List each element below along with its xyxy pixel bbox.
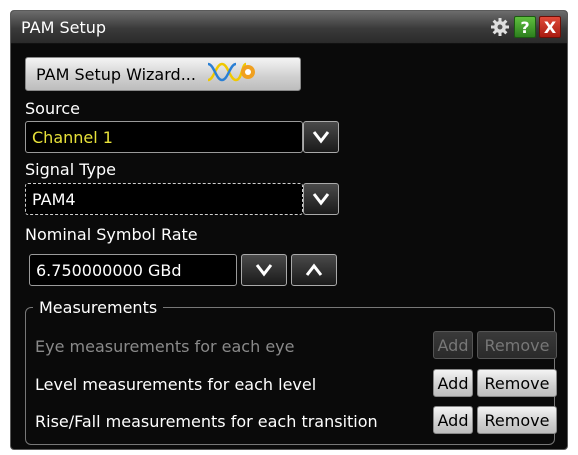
symbol-rate-input[interactable]: 6.750000000 GBd — [29, 254, 237, 286]
rise-fall-remove-button[interactable]: Remove — [477, 406, 557, 434]
window-title: PAM Setup — [21, 18, 107, 37]
wizard-button-label: PAM Setup Wizard... — [36, 64, 196, 84]
source-label: Source — [25, 99, 80, 118]
source-field[interactable]: Channel 1 — [25, 121, 303, 153]
wizard-waveform-gear-icon — [206, 60, 258, 88]
signal-type-field[interactable]: PAM4 — [25, 183, 303, 215]
signal-type-label: Signal Type — [25, 160, 116, 179]
symbol-rate-label: Nominal Symbol Rate — [25, 225, 198, 244]
rise-fall-measurements-label: Rise/Fall measurements for each transiti… — [35, 412, 378, 431]
level-measurements-label: Level measurements for each level — [35, 375, 317, 394]
gear-icon[interactable] — [489, 16, 511, 38]
eye-measurements-label: Eye measurements for each eye — [35, 337, 295, 356]
eye-remove-button[interactable]: Remove — [477, 331, 557, 359]
level-remove-button[interactable]: Remove — [477, 369, 557, 397]
measurements-group-title: Measurements — [33, 298, 164, 317]
signal-type-dropdown-button[interactable] — [303, 183, 339, 215]
chevron-up-icon — [305, 263, 323, 276]
eye-add-button[interactable]: Add — [433, 331, 473, 359]
pam-setup-wizard-button[interactable]: PAM Setup Wizard... — [25, 57, 301, 91]
source-dropdown-button[interactable] — [303, 121, 339, 153]
symbol-rate-decrement-button[interactable] — [241, 254, 287, 286]
title-bar-controls: ? X — [489, 16, 561, 38]
symbol-rate-increment-button[interactable] — [291, 254, 337, 286]
title-bar[interactable]: PAM Setup ? X — [11, 11, 567, 44]
rise-fall-add-button[interactable]: Add — [433, 406, 473, 434]
level-add-button[interactable]: Add — [433, 369, 473, 397]
chevron-down-icon — [255, 264, 273, 277]
help-icon[interactable]: ? — [514, 16, 536, 38]
pam-setup-window: PAM Setup ? X PAM Setup Wizard... Source… — [10, 10, 568, 450]
chevron-down-icon — [312, 131, 330, 144]
chevron-down-icon — [312, 193, 330, 206]
close-icon[interactable]: X — [539, 16, 561, 38]
